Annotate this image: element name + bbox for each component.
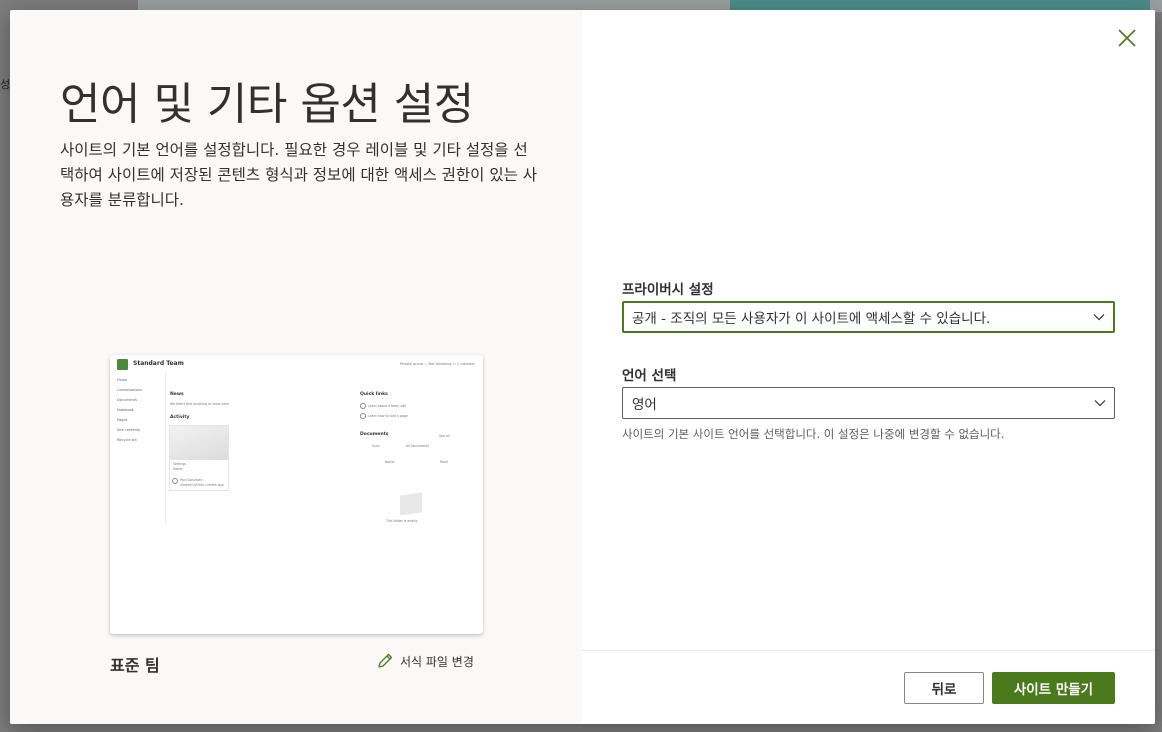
preview-news-heading: News	[170, 392, 184, 397]
create-site-button[interactable]: 사이트 만들기	[992, 672, 1115, 704]
preview-link-icon	[360, 403, 366, 409]
preview-site-name: Standard Team	[133, 360, 184, 367]
footer-divider	[582, 650, 1155, 651]
backdrop-edge-text: 성	[0, 78, 11, 91]
preview-documents-sync: Sync	[372, 444, 380, 448]
change-template-label: 서식 파일 변경	[400, 654, 474, 669]
preview-site-logo	[117, 359, 128, 370]
language-label: 언어 선택	[622, 368, 677, 384]
preview-empty-text: This folder is empty	[386, 519, 418, 523]
dialog-title: 언어 및 기타 옵션 설정	[60, 79, 474, 130]
pencil-icon	[378, 653, 393, 668]
preview-activity-card-sub: Home	[173, 467, 183, 471]
preview-activity-card: Settings Home Paul Gonzalez Viewed list …	[169, 425, 229, 491]
preview-divider	[165, 373, 166, 523]
preview-nav: Home Conversations Documents Notebook Pa…	[117, 375, 163, 445]
preview-top-bar: Private group ☆ Not following ⚇ 1 member	[399, 362, 475, 366]
privacy-dropdown[interactable]: 공개 - 조직의 모든 사용자가 이 사이트에 액세스할 수 있습니다.	[622, 301, 1115, 333]
preview-link-icon	[360, 413, 366, 419]
privacy-selected-value: 공개 - 조직의 모든 사용자가 이 사이트에 액세스할 수 있습니다.	[632, 311, 991, 327]
language-dropdown[interactable]: 영어	[622, 387, 1115, 419]
right-pane: 프라이버시 설정 공개 - 조직의 모든 사용자가 이 사이트에 액세스할 수 …	[582, 10, 1155, 724]
left-pane: 언어 및 기타 옵션 설정 사이트의 기본 언어를 설정합니다. 필요한 경우 …	[10, 10, 582, 724]
preview-nav-item: Notebook	[117, 408, 134, 412]
close-icon[interactable]	[1117, 28, 1137, 48]
preview-activity-person: Paul Gonzalez	[180, 478, 203, 482]
chevron-down-icon	[1093, 314, 1105, 321]
preview-nav-item: Home	[117, 378, 128, 382]
preview-nav-item: Site contents	[117, 428, 141, 432]
preview-activity-card-title: Settings	[173, 462, 187, 466]
create-site-dialog: 언어 및 기타 옵션 설정 사이트의 기본 언어를 설정합니다. 필요한 경우 …	[10, 10, 1155, 724]
preview-documents-filter: All Documents	[406, 444, 430, 448]
preview-quicklink: Learn how to add a page	[368, 414, 408, 418]
back-button[interactable]: 뒤로	[904, 672, 984, 704]
chevron-down-icon	[1094, 400, 1106, 407]
preview-activity-heading: Activity	[170, 415, 190, 420]
template-preview: Standard Team Private group ☆ Not follow…	[110, 355, 483, 634]
language-helper-text: 사이트의 기본 사이트 언어를 선택합니다. 이 설정은 나중에 변경할 수 없…	[622, 427, 1005, 441]
preview-documents-name-col: Name	[385, 460, 395, 464]
preview-activity-image	[170, 426, 228, 460]
preview-documents-modified-col: Modi	[440, 460, 448, 464]
preview-news-text: We didn't find anything to show here.	[170, 402, 230, 406]
dialog-description: 사이트의 기본 언어를 설정합니다. 필요한 경우 레이블 및 기타 설정을 선…	[60, 141, 538, 209]
change-template-button[interactable]: 서식 파일 변경	[376, 652, 474, 670]
preview-activity-person-sub: Viewed list this current app	[180, 483, 224, 487]
preview-documents-heading: Documents	[360, 432, 389, 437]
preview-documents-see-all: See all	[439, 434, 450, 438]
preview-nav-item: Documents	[117, 398, 137, 402]
preview-empty-folder-illustration	[400, 492, 422, 516]
preview-quicklinks-heading: Quick links	[360, 392, 388, 397]
privacy-label: 프라이버시 설정	[622, 282, 714, 298]
preview-nav-item: Conversations	[117, 388, 142, 392]
preview-nav-item: Pages	[117, 418, 128, 422]
preview-person-icon	[172, 478, 178, 484]
language-selected-value: 영어	[632, 397, 657, 413]
preview-nav-item: Recycle bin	[117, 438, 137, 442]
template-name: 표준 팀	[110, 656, 160, 675]
preview-quicklink: Learn about a team site	[368, 404, 407, 408]
